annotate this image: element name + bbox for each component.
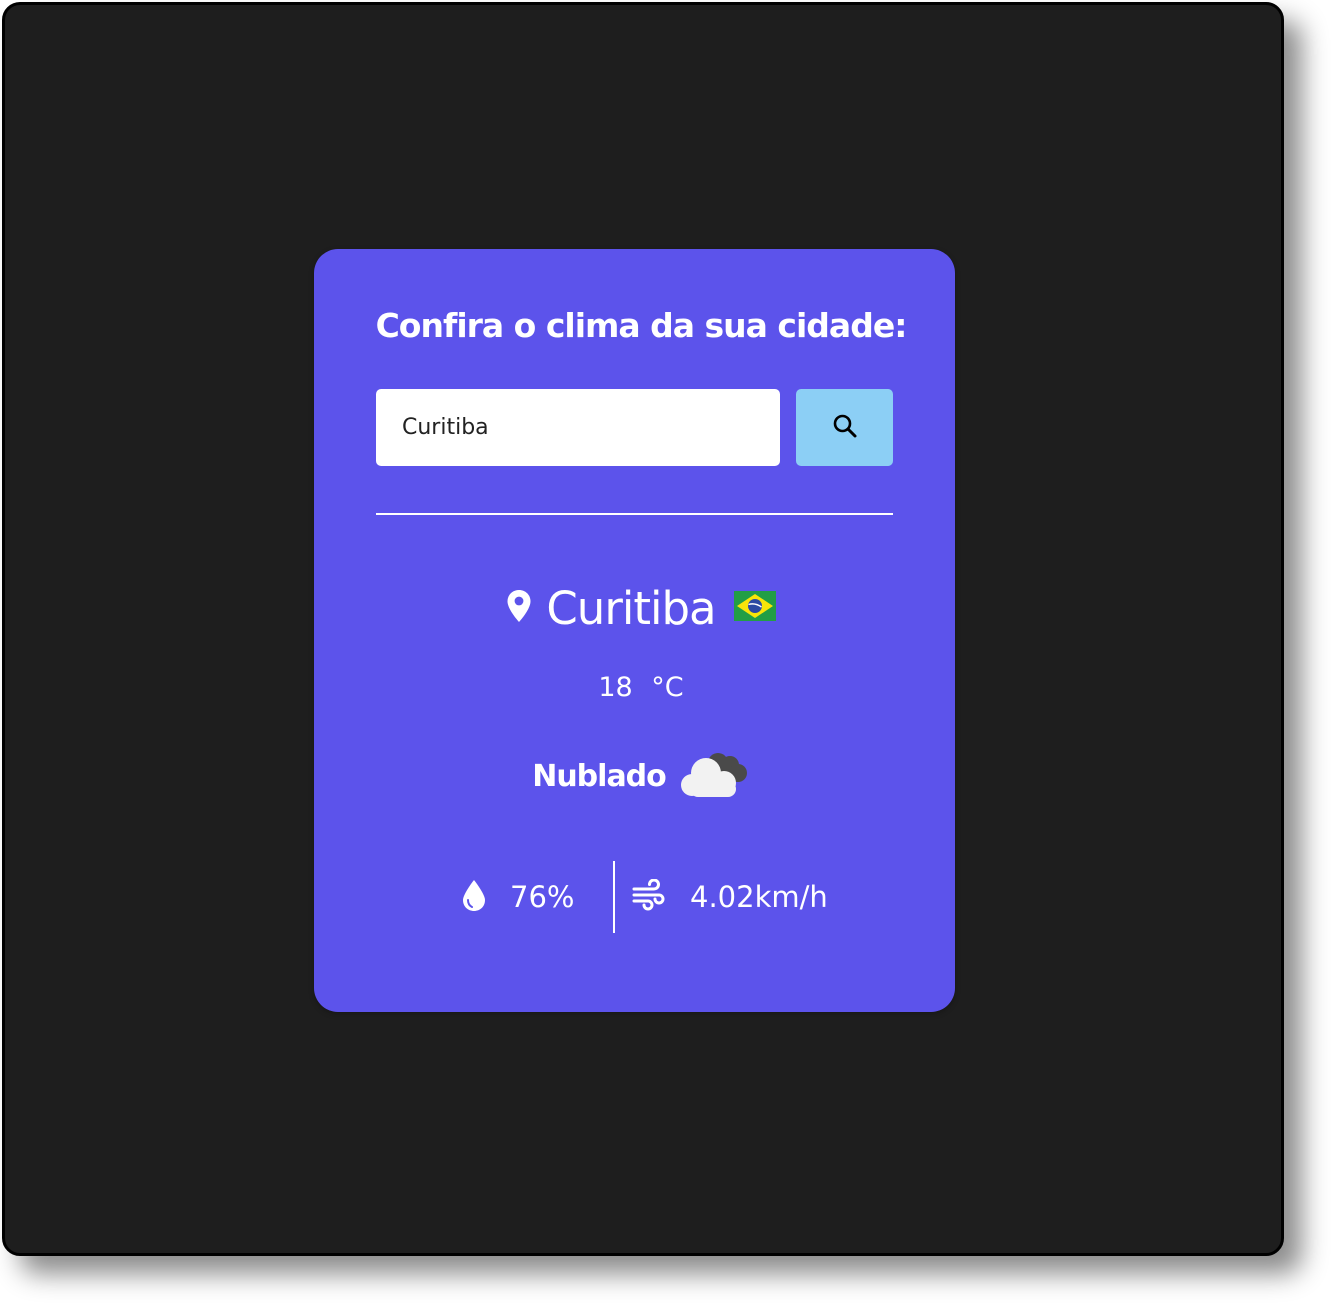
wind-value: 4.02km/h — [690, 880, 828, 914]
cloudy-icon — [678, 749, 750, 803]
temperature-value: 18 — [598, 672, 633, 703]
brazil-flag-icon — [733, 591, 776, 625]
stats-row: 76% 4.02km/h — [460, 861, 860, 933]
search-icon — [832, 413, 858, 442]
condition-text: Nublado — [532, 758, 667, 794]
stats-divider — [613, 861, 615, 933]
wind-icon — [632, 878, 666, 915]
temperature-unit: °C — [651, 672, 684, 703]
search-button[interactable] — [796, 389, 893, 466]
droplet-icon — [460, 878, 488, 916]
humidity-stat: 76% — [460, 861, 574, 933]
humidity-value: 76% — [510, 880, 575, 914]
temperature: 18 °C — [0, 672, 1282, 703]
city-search-input[interactable] — [376, 389, 780, 466]
city-name: Curitiba — [546, 581, 716, 635]
wind-stat: 4.02km/h — [632, 861, 828, 933]
condition-row: Nublado — [0, 748, 1282, 804]
location-pin-icon — [506, 589, 532, 627]
page-title: Confira o clima da sua cidade: — [375, 306, 908, 345]
city-row: Curitiba — [0, 578, 1282, 638]
divider — [376, 513, 893, 515]
